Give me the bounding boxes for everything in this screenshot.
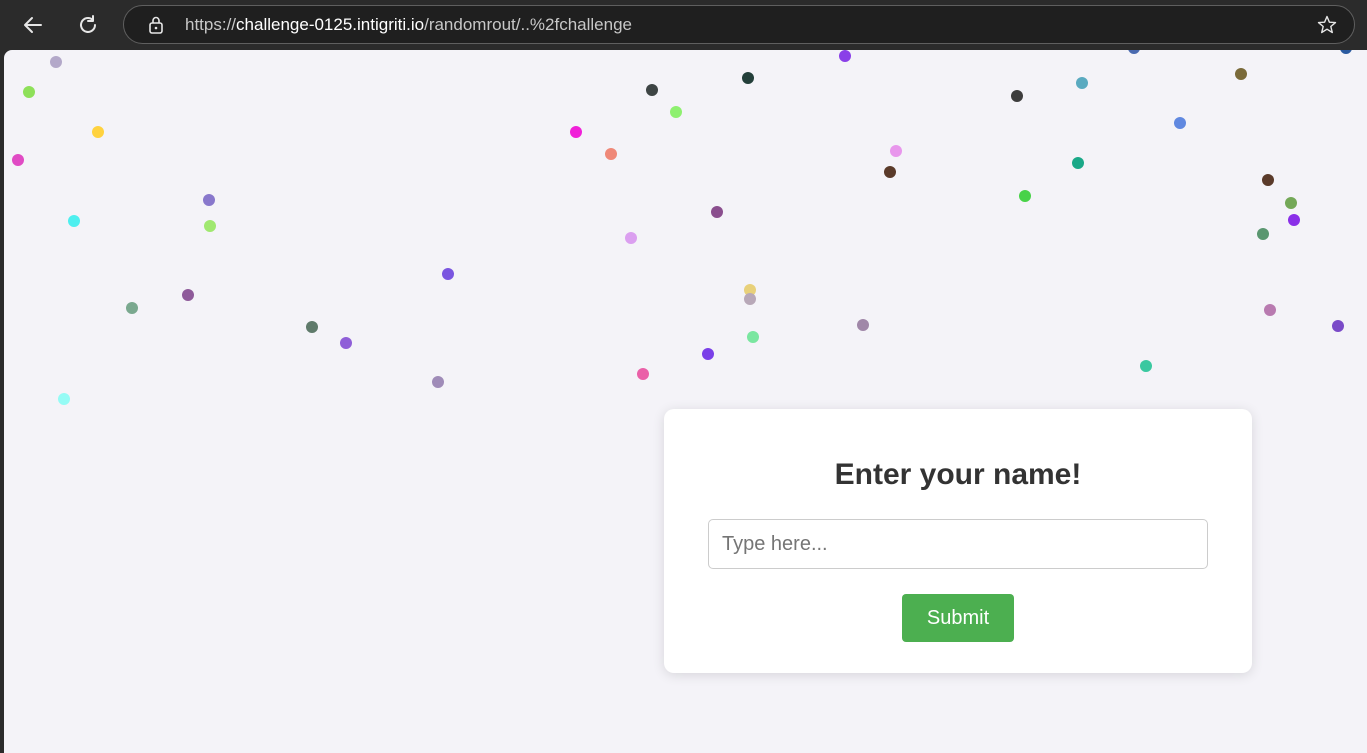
confetti-dot <box>1257 228 1269 240</box>
confetti-dot <box>744 293 756 305</box>
confetti-dot <box>625 232 637 244</box>
reload-button[interactable] <box>72 9 104 41</box>
confetti-dot <box>1340 50 1352 54</box>
back-button[interactable] <box>17 9 49 41</box>
confetti-dot <box>306 321 318 333</box>
confetti-dot <box>637 368 649 380</box>
confetti-dot <box>570 126 582 138</box>
form-title: Enter your name! <box>834 458 1082 491</box>
confetti-dot <box>711 206 723 218</box>
confetti-dot <box>1235 68 1247 80</box>
confetti-dot <box>670 106 682 118</box>
confetti-dot <box>605 148 617 160</box>
confetti-dot <box>1332 320 1344 332</box>
confetti-dot <box>340 337 352 349</box>
confetti-dot <box>742 72 754 84</box>
confetti-dot <box>1264 304 1276 316</box>
confetti-dot <box>432 376 444 388</box>
confetti-dot <box>23 86 35 98</box>
confetti-dot <box>68 215 80 227</box>
confetti-dot <box>50 56 62 68</box>
confetti-dot <box>58 393 70 405</box>
url-path: /randomrout/..%2fchallenge <box>424 15 632 34</box>
confetti-dot <box>92 126 104 138</box>
url-scheme: https:// <box>185 15 237 34</box>
confetti-dot <box>1128 50 1140 54</box>
confetti-dot <box>1140 360 1152 372</box>
confetti-dot <box>12 154 24 166</box>
confetti-dot <box>126 302 138 314</box>
lock-icon <box>149 16 163 34</box>
confetti-dot <box>1288 214 1300 226</box>
confetti-dot <box>1076 77 1088 89</box>
reload-icon <box>80 15 96 33</box>
browser-toolbar: https://challenge-0125.intigriti.io/rand… <box>0 0 1367 50</box>
confetti-dot <box>1174 117 1186 129</box>
confetti-dot <box>857 319 869 331</box>
url-host: challenge-0125.intigriti.io <box>236 15 425 34</box>
confetti-dot <box>1019 190 1031 202</box>
confetti-dot <box>702 348 714 360</box>
url-text: https://challenge-0125.intigriti.io/rand… <box>185 15 632 35</box>
confetti-dot <box>1011 90 1023 102</box>
confetti-dot <box>1262 174 1274 186</box>
back-arrow-icon <box>24 17 42 33</box>
confetti-dot <box>747 331 759 343</box>
address-bar[interactable]: https://challenge-0125.intigriti.io/rand… <box>123 5 1355 44</box>
name-input[interactable] <box>708 519 1208 569</box>
star-icon[interactable] <box>1316 14 1338 36</box>
name-form-card: Enter your name! Submit <box>664 409 1252 673</box>
confetti-dot <box>839 50 851 62</box>
confetti-dot <box>204 220 216 232</box>
confetti-dot <box>890 145 902 157</box>
confetti-dot <box>203 194 215 206</box>
confetti-dot <box>182 289 194 301</box>
confetti-dot <box>646 84 658 96</box>
submit-button[interactable]: Submit <box>902 594 1014 642</box>
page-content: Enter your name! Submit <box>4 50 1367 753</box>
confetti-dot <box>442 268 454 280</box>
confetti-dot <box>1072 157 1084 169</box>
confetti-dot <box>884 166 896 178</box>
confetti-dot <box>1285 197 1297 209</box>
